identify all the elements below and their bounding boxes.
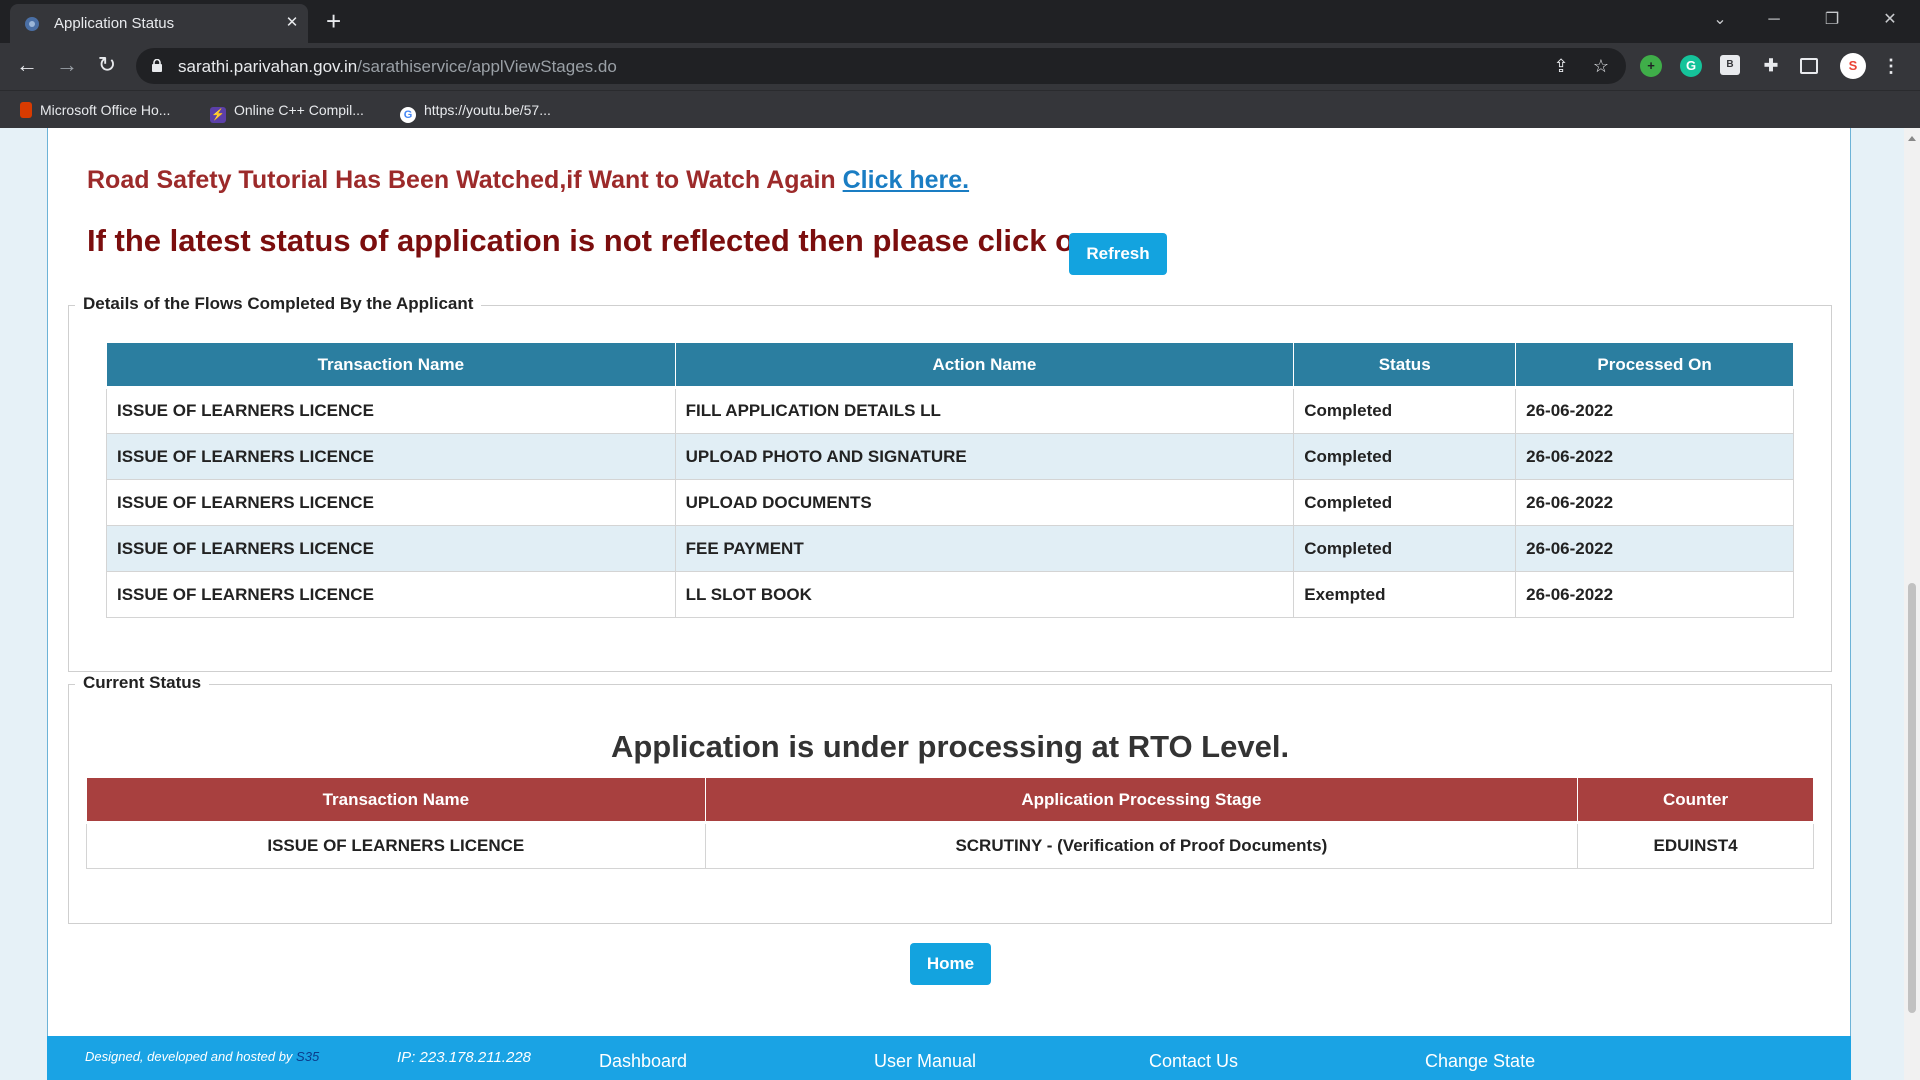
site-favicon-icon xyxy=(25,17,39,31)
col-action-name: Action Name xyxy=(674,342,1295,389)
table-row: ISSUE OF LEARNERS LICENCE UPLOAD PHOTO A… xyxy=(106,433,1794,480)
extension-plus-icon[interactable]: + xyxy=(1640,55,1662,77)
col-processed-on: Processed On xyxy=(1515,342,1794,389)
grammarly-icon[interactable]: G xyxy=(1680,55,1702,77)
tab-strip: Application Status ✕ + ⌄ ─ ❐ ✕ xyxy=(0,0,1920,43)
tutorial-text: Road Safety Tutorial Has Been Watched,if… xyxy=(87,166,843,194)
current-header-row: Transaction Name Application Processing … xyxy=(86,777,1814,824)
cell-date: 26-06-2022 xyxy=(1515,387,1794,434)
cell-status: Completed xyxy=(1293,479,1517,526)
footer-link-dashboard[interactable]: Dashboard xyxy=(599,1051,687,1072)
back-icon[interactable]: ← xyxy=(12,50,42,80)
profile-avatar-icon[interactable]: S xyxy=(1840,53,1866,79)
col-status: Status xyxy=(1293,342,1517,389)
reload-icon[interactable]: ↻ xyxy=(92,50,122,80)
table-row: ISSUE OF LEARNERS LICENCE LL SLOT BOOK E… xyxy=(106,571,1794,618)
cell-action: FILL APPLICATION DETAILS LL xyxy=(674,387,1295,434)
credit-text: Designed, developed and hosted by xyxy=(85,1049,297,1064)
footer-link-contact-us[interactable]: Contact Us xyxy=(1149,1051,1238,1072)
cell-date: 26-06-2022 xyxy=(1515,571,1794,618)
share-icon[interactable]: ⇪ xyxy=(1550,55,1572,77)
cell-counter: EDUINST4 xyxy=(1577,822,1814,869)
refresh-button[interactable]: Refresh xyxy=(1069,233,1167,275)
main-panel: Road Safety Tutorial Has Been Watched,if… xyxy=(47,128,1851,1048)
cell-status: Exempted xyxy=(1293,571,1517,618)
tab-search-icon[interactable]: ⌄ xyxy=(1698,6,1742,34)
cell-transaction: ISSUE OF LEARNERS LICENCE xyxy=(106,479,676,526)
cell-action: UPLOAD PHOTO AND SIGNATURE xyxy=(674,433,1295,480)
cell-transaction: ISSUE OF LEARNERS LICENCE xyxy=(106,571,676,618)
bookmark-label: Microsoft Office Ho... xyxy=(40,102,171,118)
cell-action: UPLOAD DOCUMENTS xyxy=(674,479,1295,526)
office-icon xyxy=(20,102,32,118)
table-row: ISSUE OF LEARNERS LICENCE FEE PAYMENT Co… xyxy=(106,525,1794,572)
flows-table: Transaction Name Action Name Status Proc… xyxy=(106,342,1794,618)
col-transaction-name: Transaction Name xyxy=(106,342,676,389)
google-icon: G xyxy=(400,107,416,123)
tab-title: Application Status xyxy=(54,15,175,32)
footer-credit: Designed, developed and hosted by S35 xyxy=(85,1049,319,1064)
cell-transaction: ISSUE OF LEARNERS LICENCE xyxy=(106,525,676,572)
extension-b-icon[interactable]: B xyxy=(1720,55,1740,75)
cell-status: Completed xyxy=(1293,525,1517,572)
refresh-prompt: If the latest status of application is n… xyxy=(87,223,1094,258)
cell-transaction: ISSUE OF LEARNERS LICENCE xyxy=(106,433,676,480)
cell-action: FEE PAYMENT xyxy=(674,525,1295,572)
cell-stage: SCRUTINY - (Verification of Proof Docume… xyxy=(704,822,1579,869)
bookmark-cpp-compiler[interactable]: ⚡ Online C++ Compil... xyxy=(210,99,364,123)
close-window-icon[interactable]: ✕ xyxy=(1868,6,1912,34)
flows-header-row: Transaction Name Action Name Status Proc… xyxy=(106,342,1794,389)
page-scrollbar[interactable] xyxy=(1904,128,1920,1080)
side-panel-icon[interactable] xyxy=(1800,58,1818,74)
close-tab-icon[interactable]: ✕ xyxy=(282,13,302,33)
cell-date: 26-06-2022 xyxy=(1515,433,1794,480)
current-status-title: Application is under processing at RTO L… xyxy=(610,729,1290,764)
footer: Designed, developed and hosted by S35 IP… xyxy=(47,1036,1851,1080)
current-status-legend: Current Status xyxy=(75,673,210,693)
lightning-icon: ⚡ xyxy=(210,107,226,123)
footer-link-user-manual[interactable]: User Manual xyxy=(874,1051,976,1072)
home-button[interactable]: Home xyxy=(910,943,991,985)
flows-legend: Details of the Flows Completed By the Ap… xyxy=(75,294,482,314)
credit-org: S35 xyxy=(296,1049,320,1064)
scrollbar-thumb[interactable] xyxy=(1908,583,1916,1013)
extensions-puzzle-icon[interactable]: ✚ xyxy=(1760,55,1782,77)
browser-toolbar: ← → ↻ sarathi.parivahan.gov.in/sarathise… xyxy=(0,43,1920,90)
cell-transaction: ISSUE OF LEARNERS LICENCE xyxy=(86,822,706,869)
bookmarks-bar: Microsoft Office Ho... ⚡ Online C++ Compi… xyxy=(0,90,1920,128)
footer-ip: IP: 223.178.211.228 xyxy=(397,1049,532,1066)
current-status-table: Transaction Name Application Processing … xyxy=(86,777,1814,869)
url-text: sarathi.parivahan.gov.in/sarathiservice/… xyxy=(178,57,617,76)
tutorial-click-here-link[interactable]: Click here. xyxy=(843,166,969,194)
col-transaction-name: Transaction Name xyxy=(86,777,706,824)
browser-tab[interactable]: Application Status ✕ xyxy=(10,4,308,43)
scroll-up-arrow-icon[interactable] xyxy=(1908,136,1916,141)
cell-transaction: ISSUE OF LEARNERS LICENCE xyxy=(106,387,676,434)
table-row: ISSUE OF LEARNERS LICENCE UPLOAD DOCUMEN… xyxy=(106,479,1794,526)
new-tab-icon[interactable]: + xyxy=(326,6,341,36)
menu-kebab-icon[interactable]: ⋮ xyxy=(1880,55,1902,77)
bookmark-star-icon[interactable]: ☆ xyxy=(1590,55,1612,77)
page-viewport: Road Safety Tutorial Has Been Watched,if… xyxy=(0,128,1904,1080)
table-row: ISSUE OF LEARNERS LICENCE FILL APPLICATI… xyxy=(106,387,1794,434)
col-processing-stage: Application Processing Stage xyxy=(704,777,1579,824)
bookmark-label: https://youtu.be/57... xyxy=(424,102,551,118)
cell-date: 26-06-2022 xyxy=(1515,525,1794,572)
tutorial-message: Road Safety Tutorial Has Been Watched,if… xyxy=(87,166,969,195)
address-bar[interactable]: sarathi.parivahan.gov.in/sarathiservice/… xyxy=(136,48,1626,84)
minimize-icon[interactable]: ─ xyxy=(1752,6,1796,34)
forward-icon[interactable]: → xyxy=(52,50,82,80)
footer-link-change-state[interactable]: Change State xyxy=(1425,1051,1535,1072)
col-counter: Counter xyxy=(1577,777,1814,824)
restore-icon[interactable]: ❐ xyxy=(1810,6,1854,34)
cell-action: LL SLOT BOOK xyxy=(674,571,1295,618)
table-row: ISSUE OF LEARNERS LICENCE SCRUTINY - (Ve… xyxy=(86,822,1814,869)
lock-icon xyxy=(152,59,162,72)
bookmark-youtube[interactable]: Ghttps://youtu.be/57... xyxy=(400,99,551,123)
cell-date: 26-06-2022 xyxy=(1515,479,1794,526)
cell-status: Completed xyxy=(1293,387,1517,434)
cell-status: Completed xyxy=(1293,433,1517,480)
bookmark-office[interactable]: Microsoft Office Ho... xyxy=(20,99,170,121)
bookmark-label: Online C++ Compil... xyxy=(234,102,364,118)
